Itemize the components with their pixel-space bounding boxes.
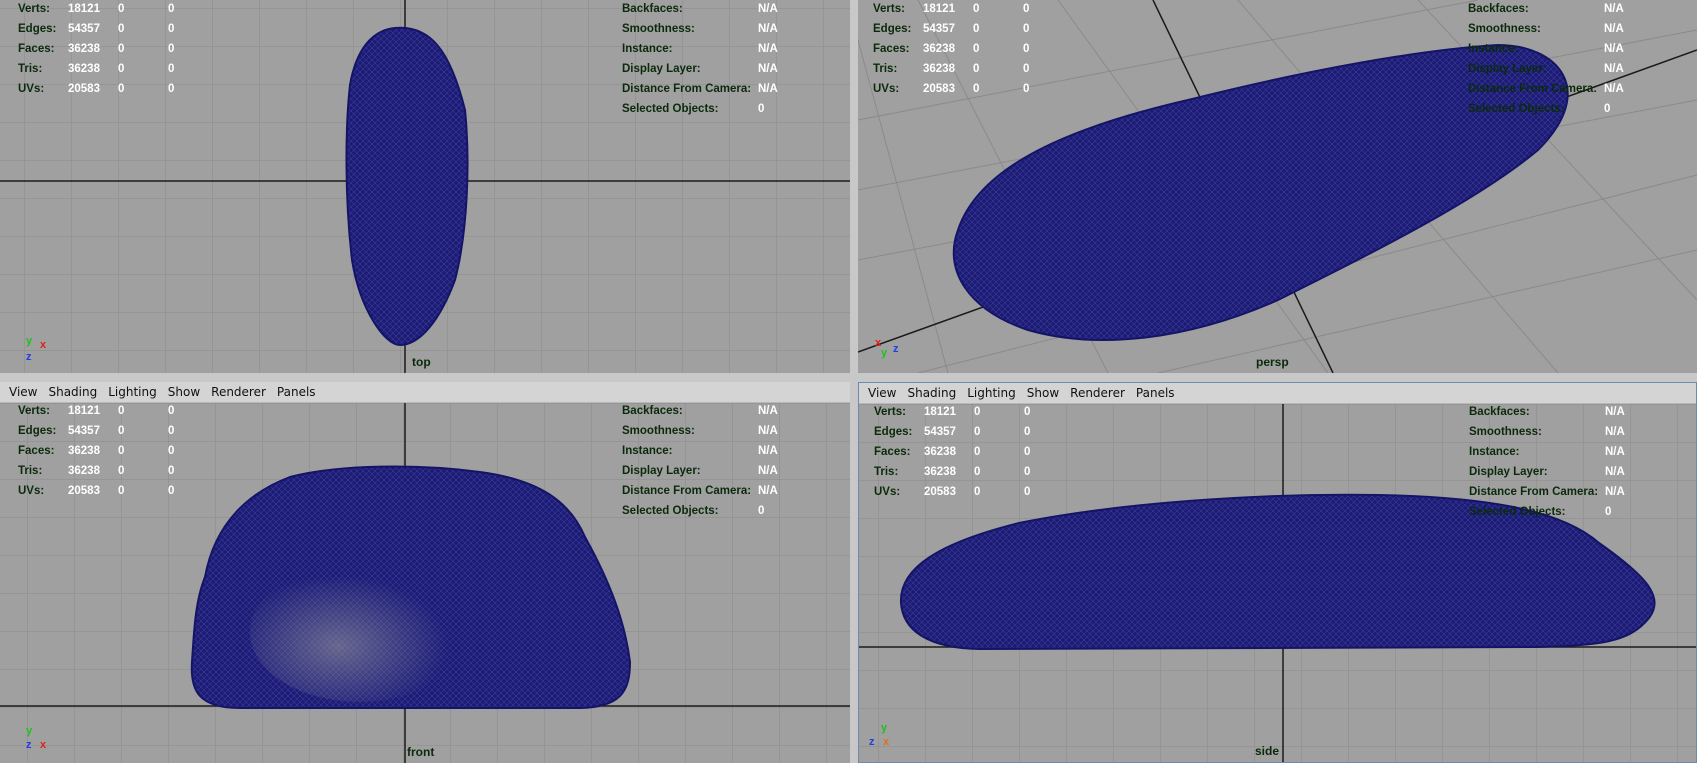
- front-scene: [0, 402, 850, 763]
- menu-lighting[interactable]: Lighting: [967, 386, 1016, 400]
- menu-show[interactable]: Show: [1027, 386, 1059, 400]
- axis-indicator-icon: x z y: [875, 337, 899, 359]
- camera-label-persp: persp: [1256, 355, 1289, 369]
- menu-renderer[interactable]: Renderer: [211, 385, 266, 399]
- axis-indicator-icon: y z x: [26, 725, 47, 751]
- viewport-top-canvas[interactable]: Verts: 18121 0 0 Edges: 54357 0 0 Faces: 36238 0…: [0, 0, 850, 373]
- menu-renderer[interactable]: Renderer: [1070, 386, 1125, 400]
- menu-view[interactable]: View: [9, 385, 37, 399]
- menu-shading[interactable]: Shading: [48, 385, 97, 399]
- persp-scene: [858, 0, 1697, 373]
- axis-indicator-icon: y x z: [26, 335, 47, 363]
- axis-indicator-icon: y z x: [869, 722, 890, 748]
- viewport-front-canvas[interactable]: Verts: 18121 0 0 Edges: 54357 0 0 Faces: 36238 0…: [0, 402, 850, 763]
- panel-menubar: View Shading Lighting Show Renderer Pane…: [0, 382, 850, 403]
- side-scene: [859, 403, 1696, 762]
- menu-lighting[interactable]: Lighting: [108, 385, 157, 399]
- viewport-persp[interactable]: Verts: 18121 0 0 Edges: 54357 0 0 Faces: 36238 0…: [858, 0, 1697, 373]
- viewport-top[interactable]: Verts: 18121 0 0 Edges: 54357 0 0 Faces: 36238 0…: [0, 0, 850, 373]
- camera-label-top: top: [412, 355, 431, 369]
- menu-show[interactable]: Show: [168, 385, 200, 399]
- camera-label-side: side: [1255, 744, 1280, 758]
- menu-shading[interactable]: Shading: [907, 386, 956, 400]
- menu-panels[interactable]: Panels: [1136, 386, 1175, 400]
- menu-view[interactable]: View: [868, 386, 896, 400]
- viewport-persp-canvas[interactable]: Verts: 18121 0 0 Edges: 54357 0 0 Faces: 36238 0…: [858, 0, 1697, 373]
- viewport-front[interactable]: View Shading Lighting Show Renderer Pane…: [0, 382, 850, 763]
- viewport-side[interactable]: View Shading Lighting Show Renderer Pane…: [858, 382, 1697, 763]
- top-scene: [0, 0, 850, 373]
- camera-label-front: front: [407, 745, 435, 759]
- menu-panels[interactable]: Panels: [277, 385, 316, 399]
- viewport-side-canvas[interactable]: Verts: 18121 0 0 Edges: 54357 0 0 Faces: 36238 0…: [859, 403, 1696, 762]
- panel-menubar: View Shading Lighting Show Renderer Pane…: [859, 383, 1696, 404]
